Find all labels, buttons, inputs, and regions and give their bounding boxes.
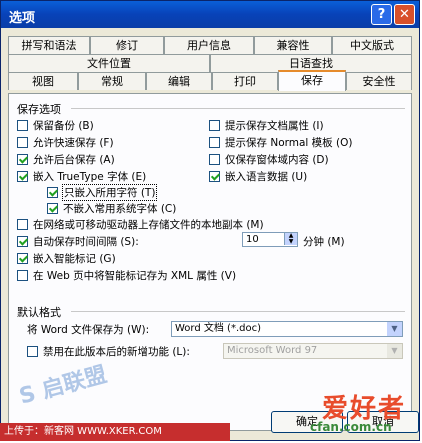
tab-save[interactable]: 保存: [278, 70, 346, 91]
network-copy-checkbox[interactable]: [17, 218, 28, 230]
embed-used-only-option[interactable]: 只嵌入所用字符 (T): [47, 183, 158, 201]
bg-save-checkbox[interactable]: [17, 153, 28, 165]
autosave-unit-label: 分钟 (M): [303, 235, 345, 248]
disable-version-value: Microsoft Word 97: [227, 345, 318, 356]
bg-save-label: 允许后台保存 (A): [33, 153, 115, 166]
embed-truetype-checkbox[interactable]: [17, 170, 28, 182]
dialog-title: 选项: [9, 11, 36, 26]
prompt-normal-checkbox[interactable]: [209, 136, 220, 148]
save-as-select[interactable]: Word 文档 (*.doc) ▼: [171, 321, 403, 337]
backup-checkbox[interactable]: [17, 119, 28, 131]
network-copy-option[interactable]: 在网络或可移动驱动器上存储文件的本地副本 (M): [17, 217, 264, 231]
autosave-value: 10: [246, 234, 259, 245]
disable-features-checkbox[interactable]: [27, 345, 38, 357]
embed-lang-label: 嵌入语言数据 (U): [225, 170, 308, 183]
tab-track-changes[interactable]: 修订: [90, 36, 164, 54]
autosave-unit: 分钟 (M): [303, 234, 345, 248]
web-xml-option[interactable]: 在 Web 页中将智能标记存为 XML 属性 (V): [17, 268, 236, 282]
backup-option[interactable]: 保留备份 (B): [17, 118, 94, 132]
save-as-value: Word 文档 (*.doc): [175, 323, 262, 334]
prompt-normal-label: 提示保存 Normal 模板 (O): [225, 136, 353, 149]
disable-version-select[interactable]: Microsoft Word 97 ▼: [223, 343, 403, 359]
watermark-cfan: 爱好者 cfan.com.cn: [262, 388, 422, 443]
tab-user-info[interactable]: 用户信息: [164, 36, 254, 54]
embed-lang-checkbox[interactable]: [209, 170, 220, 182]
web-xml-checkbox[interactable]: [17, 269, 28, 281]
tab-print[interactable]: 打印: [212, 72, 278, 90]
bg-save-option[interactable]: 允许后台保存 (A): [17, 152, 115, 166]
embed-used-only-checkbox[interactable]: [47, 186, 58, 198]
form-data-label: 仅保存窗体域内容 (D): [225, 153, 329, 166]
autosave-minutes-spinner[interactable]: 10 ▲ ▼: [242, 232, 298, 247]
save-as-label: 将 Word 文件保存为 (W):: [27, 323, 150, 336]
tab-view[interactable]: 视图: [8, 72, 78, 90]
watermark-url: cfan.com.cn: [310, 420, 392, 434]
fast-save-checkbox[interactable]: [17, 136, 28, 148]
help-button[interactable]: ?: [371, 4, 392, 25]
web-xml-label: 在 Web 页中将智能标记存为 XML 属性 (V): [33, 269, 237, 282]
autosave-option[interactable]: 自动保存时间间隔 (S):: [17, 234, 139, 248]
embed-truetype-label: 嵌入 TrueType 字体 (E): [33, 170, 147, 183]
tab-compatibility[interactable]: 兼容性: [254, 36, 332, 54]
autosave-label: 自动保存时间间隔 (S):: [33, 235, 139, 248]
tab-edit[interactable]: 编辑: [146, 72, 212, 90]
smart-tags-label: 嵌入智能标记 (G): [33, 252, 116, 265]
prompt-props-label: 提示保存文档属性 (I): [225, 119, 324, 132]
no-common-fonts-checkbox[interactable]: [47, 202, 58, 214]
autosave-checkbox[interactable]: [17, 235, 28, 247]
tab-spelling-grammar[interactable]: 拼写和语法: [8, 36, 90, 54]
default-format-heading: 默认格式: [17, 306, 61, 319]
chevron-down-icon[interactable]: ▼: [387, 344, 402, 358]
form-data-checkbox[interactable]: [209, 153, 220, 165]
embed-lang-option[interactable]: 嵌入语言数据 (U): [209, 169, 307, 183]
no-common-fonts-label: 不嵌入常用系统字体 (C): [63, 202, 177, 215]
smart-tags-option[interactable]: 嵌入智能标记 (G): [17, 251, 116, 265]
title-bar[interactable]: 选项 ? ✕: [1, 1, 419, 28]
prompt-props-checkbox[interactable]: [209, 119, 220, 131]
form-data-option[interactable]: 仅保存窗体域内容 (D): [209, 152, 329, 166]
fast-save-label: 允许快速保存 (F): [33, 136, 114, 149]
save-as-row: 将 Word 文件保存为 (W):: [27, 322, 149, 336]
close-button[interactable]: ✕: [394, 4, 415, 25]
divider: [71, 311, 405, 312]
no-common-fonts-option[interactable]: 不嵌入常用系统字体 (C): [47, 201, 176, 215]
smart-tags-checkbox[interactable]: [17, 252, 28, 264]
spin-down-icon[interactable]: ▼: [284, 239, 297, 245]
prompt-normal-option[interactable]: 提示保存 Normal 模板 (O): [209, 135, 352, 149]
divider: [71, 108, 405, 109]
tab-file-locations[interactable]: 文件位置: [8, 54, 210, 72]
tab-general[interactable]: 常规: [78, 72, 146, 90]
fast-save-option[interactable]: 允许快速保存 (F): [17, 135, 114, 149]
chevron-down-icon[interactable]: ▼: [387, 322, 402, 336]
tab-security[interactable]: 安全性: [346, 72, 412, 90]
watermark-bottom-bar: 上传于：新客网 WWW.XKER.COM: [0, 423, 230, 441]
tab-asian-typography[interactable]: 中文版式: [332, 36, 412, 54]
network-copy-label: 在网络或可移动驱动器上存储文件的本地副本 (M): [33, 218, 264, 231]
prompt-props-option[interactable]: 提示保存文档属性 (I): [209, 118, 324, 132]
embed-used-only-label: 只嵌入所用字符 (T): [61, 183, 158, 201]
backup-label: 保留备份 (B): [33, 119, 94, 132]
embed-truetype-option[interactable]: 嵌入 TrueType 字体 (E): [17, 169, 146, 183]
save-options-heading: 保存选项: [17, 103, 61, 116]
